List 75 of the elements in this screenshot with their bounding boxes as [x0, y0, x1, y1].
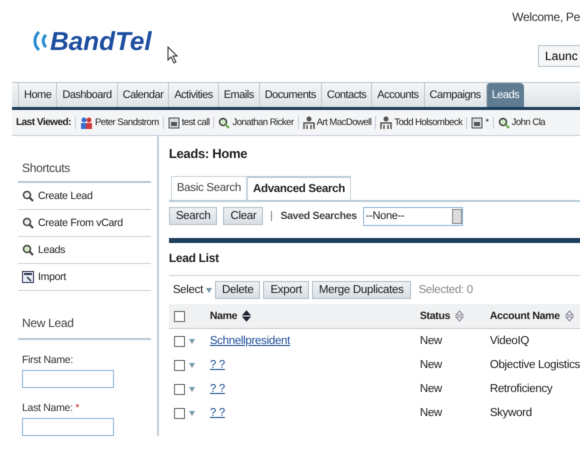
account-cell: Skyword: [490, 407, 532, 419]
lead-name-link[interactable]: ? ?: [210, 407, 225, 419]
last-viewed-link[interactable]: Art MacDowell: [316, 117, 372, 128]
people-icon: [80, 116, 93, 128]
nav-tab[interactable]: Documents: [258, 83, 321, 107]
last-viewed-label: Last Viewed:: [15, 117, 72, 128]
search-tab[interactable]: Advanced Search: [246, 176, 351, 200]
column-header[interactable]: Account Name: [490, 310, 560, 322]
row-checkbox[interactable]: [174, 408, 185, 418]
status-cell-text: New: [420, 359, 444, 371]
shortcuts-heading: Shortcuts: [18, 156, 151, 183]
status-cell-text: New: [420, 335, 444, 347]
row-checkbox[interactable]: [174, 360, 185, 370]
saved-searches-label: Saved Searches: [280, 210, 357, 222]
magnifier-icon: [498, 116, 510, 128]
input-field[interactable]: [22, 370, 114, 388]
mouse-pointer-icon: [167, 46, 178, 64]
account-cell: Objective Logistics: [490, 359, 580, 371]
magnifier-icon: [22, 217, 34, 229]
select-all-checkbox[interactable]: [174, 310, 185, 322]
search-button[interactable]: Search: [168, 207, 218, 225]
action-button[interactable]: Merge Duplicates: [312, 281, 411, 299]
lead-name-link[interactable]: ? ?: [210, 383, 225, 395]
shortcut-link[interactable]: Create Lead: [38, 190, 92, 202]
new-lead-heading: New Lead: [18, 311, 151, 340]
last-viewed-link[interactable]: John Cla: [512, 117, 546, 128]
last-viewed-link[interactable]: *: [485, 117, 489, 128]
shortcut-link[interactable]: Import: [38, 271, 66, 283]
clear-button[interactable]: Clear: [223, 207, 264, 225]
nav-tab[interactable]: Activities: [168, 83, 218, 107]
account-cell: Retroficiency: [490, 383, 552, 395]
magnifier-icon: [22, 190, 34, 202]
row-checkbox[interactable]: [174, 384, 185, 394]
field-label: Last Name: *: [22, 402, 80, 414]
action-button[interactable]: Delete: [214, 281, 260, 299]
welcome-text: Welcome, Pe: [512, 10, 580, 24]
magnifier-icon: [22, 244, 34, 256]
selected-count: Selected: 0: [418, 284, 473, 296]
last-viewed-link[interactable]: test call: [182, 117, 210, 128]
import-icon: [22, 271, 34, 283]
field-label: First Name:: [22, 354, 74, 366]
bandtel-logo: BandTel: [30, 27, 152, 55]
lead-name-link[interactable]: Schnellpresident: [210, 335, 290, 347]
last-viewed-link[interactable]: Peter Sandstrom: [94, 117, 159, 128]
saved-searches-dropdown[interactable]: --None--: [362, 206, 463, 226]
lead-name-link[interactable]: ? ?: [210, 359, 225, 371]
search-tab[interactable]: Basic Search: [170, 176, 247, 200]
sort-icon[interactable]: [242, 310, 252, 322]
row-menu-icon[interactable]: [188, 386, 195, 392]
lead-list-heading: Lead List: [168, 250, 220, 267]
account-cell: VideoIQ: [490, 335, 530, 347]
status-cell-text: New: [420, 383, 444, 395]
nav-tab[interactable]: Leads: [486, 83, 524, 107]
row-menu-icon[interactable]: [188, 362, 195, 368]
shortcut-link[interactable]: Create From vCard: [38, 217, 123, 229]
page-title: Leads: Home: [168, 146, 248, 163]
row-menu-icon[interactable]: [188, 338, 195, 344]
shortcut-link[interactable]: Leads: [38, 244, 66, 256]
nav-tab[interactable]: Home: [18, 83, 56, 107]
nav-tab[interactable]: Emails: [218, 83, 259, 107]
status-cell-text: New: [420, 407, 444, 419]
action-button[interactable]: Export: [263, 281, 309, 299]
launch-button[interactable]: Launc: [538, 45, 580, 67]
last-viewed-link[interactable]: Jonathan Ricker: [232, 117, 294, 128]
nav-tab[interactable]: Dashboard: [56, 83, 117, 107]
input-field[interactable]: [22, 418, 114, 436]
column-header[interactable]: Name: [210, 310, 238, 322]
column-header[interactable]: Status: [420, 310, 450, 322]
nav-tab[interactable]: Contacts: [320, 83, 372, 107]
row-menu-icon[interactable]: [188, 410, 195, 416]
row-checkbox[interactable]: [174, 336, 185, 346]
magnifier-icon: [218, 116, 230, 128]
nav-tab[interactable]: Accounts: [371, 83, 424, 107]
last-viewed-link[interactable]: Todd Holsombeck: [394, 117, 462, 128]
nav-tab[interactable]: Calendar: [116, 83, 168, 107]
